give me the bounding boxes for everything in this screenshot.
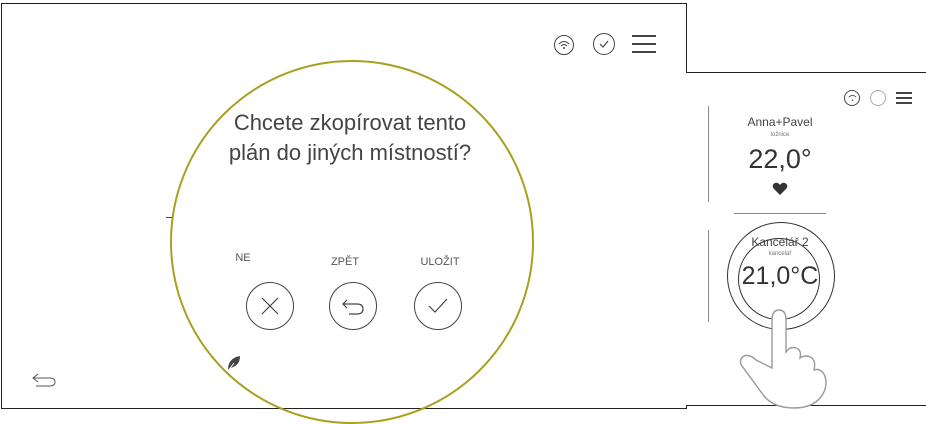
menu-icon[interactable] <box>632 34 656 54</box>
back-button[interactable] <box>329 282 377 330</box>
back-arrow-icon[interactable] <box>30 372 58 388</box>
side-wifi-icon[interactable] <box>844 90 860 106</box>
wifi-icon[interactable] <box>554 35 574 55</box>
leaf-icon <box>227 356 240 372</box>
divider-tick <box>166 217 172 218</box>
save-button[interactable] <box>414 282 462 330</box>
side-divider-left-bottom <box>708 230 709 322</box>
close-icon <box>261 297 279 315</box>
hand-pointer-icon <box>739 309 827 409</box>
check-icon <box>428 298 448 313</box>
side-chat-check-icon[interactable] <box>870 90 886 106</box>
side-divider-left-top <box>708 106 709 202</box>
no-label: NE <box>235 252 251 264</box>
room-1-sub: ložnice <box>770 132 790 138</box>
heart-icon <box>772 182 788 195</box>
no-button[interactable] <box>246 282 294 330</box>
question-line-1: Chcete zkopírovat tento <box>233 110 467 135</box>
side-divider-middle <box>734 213 826 214</box>
question-line-2: plán do jiných místností? <box>228 140 472 165</box>
dialog-question: Chcete zkopírovat tento plán do jiných m… <box>180 108 520 168</box>
room-2-sub: kancelář <box>768 251 792 257</box>
undo-icon <box>342 299 364 315</box>
room-1-temp: 22,0° <box>748 144 812 174</box>
back-label: ZPĚT <box>330 256 360 268</box>
chat-check-icon[interactable] <box>593 33 615 55</box>
room-2-name: Kancelář 2 <box>751 235 809 249</box>
room-1-name: Anna+Pavel <box>747 115 813 129</box>
room-2-temp: 21,0°C <box>741 262 819 290</box>
save-label: ULOŽIT <box>420 256 460 268</box>
side-menu-icon[interactable] <box>896 91 912 105</box>
